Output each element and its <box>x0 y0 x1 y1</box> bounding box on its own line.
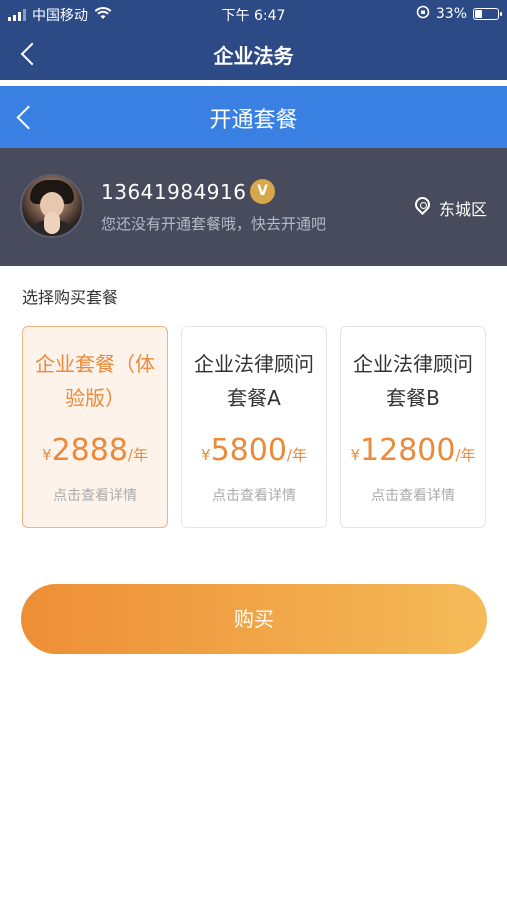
plan-price: ¥5800/年 <box>182 433 326 468</box>
user-phone: 13641984916 <box>101 180 247 204</box>
price-amount: 2888 <box>51 433 128 468</box>
price-amount: 5800 <box>210 433 287 468</box>
user-profile-panel: 13641984916 V 您还没有开通套餐哦，快去开通吧 东城区 <box>0 148 507 266</box>
plan-price: ¥12800/年 <box>341 433 485 468</box>
plan-price: ¥2888/年 <box>23 433 167 468</box>
location-pin-icon <box>414 197 432 219</box>
battery-fill <box>475 10 482 18</box>
price-unit: /年 <box>127 446 148 464</box>
status-right: 33% <box>416 5 502 23</box>
outer-nav-bar: 企业法务 <box>0 28 507 80</box>
plan-card-a[interactable]: 企业法律顾问套餐A ¥5800/年 点击查看详情 <box>181 326 327 528</box>
price-currency: ¥ <box>201 446 211 464</box>
buy-button[interactable]: 购买 <box>21 584 487 654</box>
no-plan-hint: 您还没有开通套餐哦，快去开通吧 <box>101 215 327 233</box>
status-bar: 中国移动 下午 6:47 33% <box>0 0 507 28</box>
vip-badge-icon: V <box>250 179 275 204</box>
price-unit: /年 <box>286 446 307 464</box>
price-unit: /年 <box>455 446 476 464</box>
top-bar: 中国移动 下午 6:47 33% 企业法务 <box>0 0 507 80</box>
plan-cards: 企业套餐（体验版） ¥2888/年 点击查看详情 企业法律顾问套餐A ¥5800… <box>20 326 487 528</box>
battery-icon <box>473 8 502 20</box>
plan-name: 企业法律顾问套餐B <box>353 352 473 410</box>
location-selector[interactable]: 东城区 <box>414 196 487 220</box>
price-currency: ¥ <box>350 446 361 464</box>
price-amount: 12800 <box>360 433 456 468</box>
plan-detail-link[interactable]: 点击查看详情 <box>182 485 326 505</box>
plan-detail-link[interactable]: 点击查看详情 <box>23 485 167 505</box>
plan-content: 选择购买套餐 企业套餐（体验版） ¥2888/年 点击查看详情 企业法律顾问套餐… <box>0 266 507 900</box>
avatar[interactable] <box>20 174 84 238</box>
plan-name: 企业套餐（体验版） <box>35 352 155 410</box>
plan-card-b[interactable]: 企业法律顾问套餐B ¥12800/年 点击查看详情 <box>340 326 486 528</box>
plan-detail-link[interactable]: 点击查看详情 <box>341 485 485 505</box>
inner-nav-bar: 开通套餐 <box>0 86 507 148</box>
location-label: 东城区 <box>438 200 487 219</box>
price-currency: ¥ <box>42 446 52 464</box>
orientation-lock-icon <box>416 5 430 23</box>
section-label: 选择购买套餐 <box>22 288 119 307</box>
battery-percent: 33% <box>435 6 467 22</box>
plan-card-trial[interactable]: 企业套餐（体验版） ¥2888/年 点击查看详情 <box>22 326 168 528</box>
outer-nav-title: 企业法务 <box>213 44 294 68</box>
plan-name: 企业法律顾问套餐A <box>194 352 314 410</box>
page-title: 开通套餐 <box>209 108 298 133</box>
